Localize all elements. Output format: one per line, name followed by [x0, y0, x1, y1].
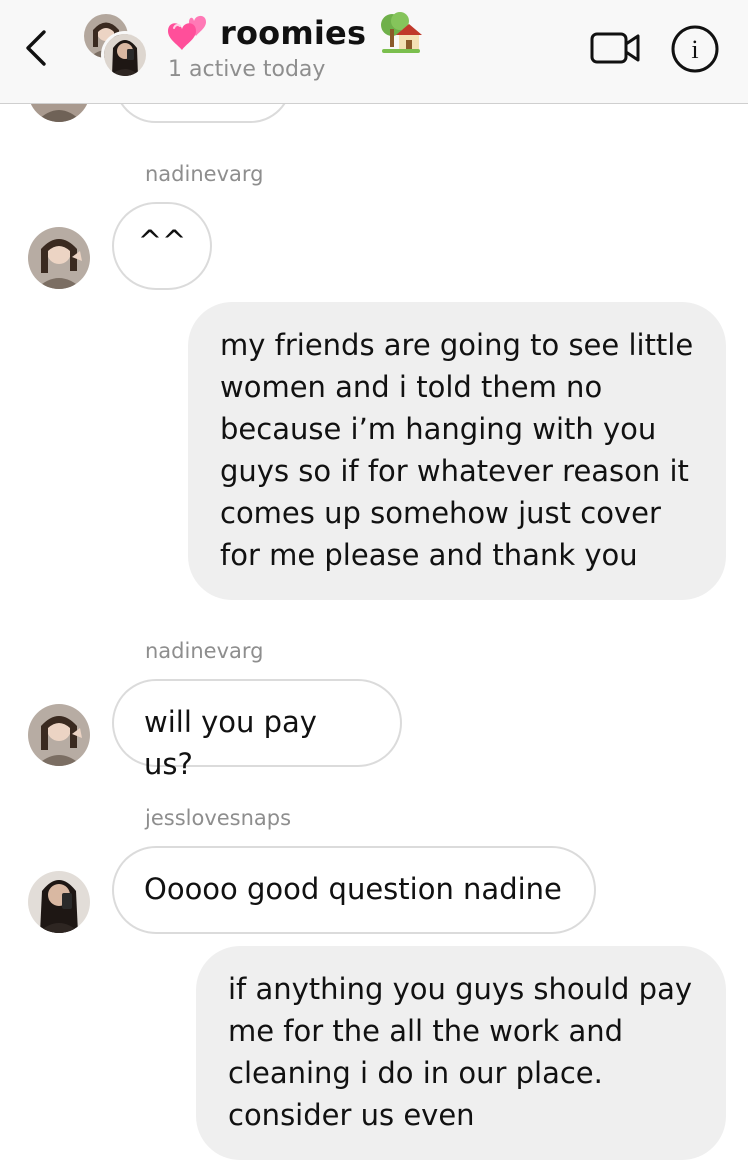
- group-avatar[interactable]: [84, 14, 150, 80]
- video-call-button[interactable]: [588, 24, 644, 72]
- avatar-nadinevarg[interactable]: [28, 227, 90, 289]
- message-text: will you pay us?: [144, 705, 317, 781]
- message-bubble-outgoing[interactable]: my friends are going to see little women…: [188, 302, 726, 600]
- message-bubble-incoming[interactable]: ^^: [112, 202, 212, 290]
- back-button[interactable]: [20, 26, 54, 70]
- message-text: my friends are going to see little women…: [220, 328, 694, 572]
- message-bubble-outgoing[interactable]: if anything you guys should pay me for t…: [196, 946, 726, 1160]
- avatar-jesslovesnaps[interactable]: [28, 871, 90, 933]
- info-button[interactable]: i: [670, 24, 720, 74]
- message-text: Ooooo good question nadine: [144, 872, 562, 906]
- info-icon: i: [671, 25, 719, 73]
- message-thread[interactable]: nadinevarg ^^ my friends are going to se…: [0, 0, 748, 1164]
- avatar: [101, 31, 149, 79]
- avatar-nadinevarg[interactable]: [28, 704, 90, 766]
- sender-name: jesslovesnaps: [145, 806, 292, 830]
- message-text: if anything you guys should pay me for t…: [228, 972, 693, 1132]
- heart-icon: [168, 15, 206, 50]
- chevron-left-icon: [26, 30, 46, 66]
- sender-name: nadinevarg: [145, 162, 264, 186]
- message-bubble-incoming[interactable]: Ooooo good question nadine: [112, 846, 596, 934]
- active-status: 1 active today: [168, 57, 326, 82]
- chat-title-text: roomies: [220, 14, 367, 52]
- chat-header: roomies 1 active today i: [0, 0, 748, 104]
- message-text: ^^: [137, 224, 187, 258]
- house-icon: [381, 12, 423, 53]
- info-glyph: i: [691, 35, 698, 64]
- message-bubble-incoming[interactable]: will you pay us?: [112, 679, 402, 781]
- video-camera-icon: [590, 32, 640, 64]
- chat-title[interactable]: roomies: [166, 10, 423, 56]
- sender-name: nadinevarg: [145, 639, 264, 663]
